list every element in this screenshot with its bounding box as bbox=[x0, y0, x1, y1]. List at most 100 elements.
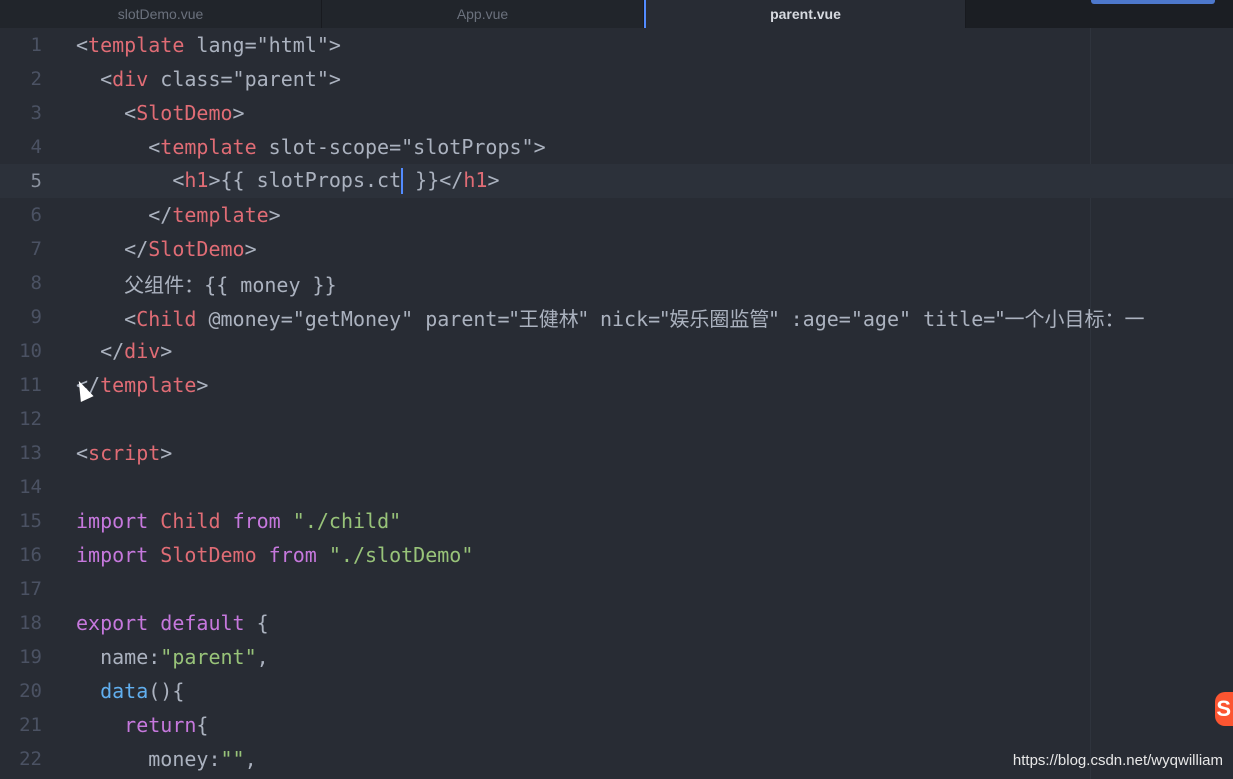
line-number: 21 bbox=[19, 714, 42, 736]
code-text: </template> bbox=[76, 203, 280, 227]
code-line[interactable]: 11 </template> bbox=[0, 368, 1233, 402]
tab-bar-empty-area bbox=[966, 0, 1233, 28]
tab-app-vue[interactable]: App.vue bbox=[322, 0, 644, 28]
code-text: <div class="parent"> bbox=[76, 67, 341, 91]
code-token: default bbox=[160, 611, 245, 635]
code-line[interactable]: 1 <template lang="html"> bbox=[0, 28, 1233, 62]
code-token: "age" bbox=[850, 306, 912, 331]
line-number: 17 bbox=[19, 578, 42, 600]
code-line[interactable]: 5 <h1>{{ slotProps.ct }}</h1> bbox=[0, 164, 1233, 198]
line-number: 15 bbox=[19, 510, 42, 532]
csdn-logo-icon[interactable]: S bbox=[1215, 692, 1233, 726]
code-token: from bbox=[232, 509, 281, 533]
code-token: nick= bbox=[587, 306, 661, 331]
code-token: < bbox=[76, 33, 89, 57]
code-line[interactable]: 10 </div> bbox=[0, 334, 1233, 368]
code-line[interactable]: 3 <SlotDemo> bbox=[0, 96, 1233, 130]
code-token: "parent" bbox=[160, 645, 257, 669]
code-line[interactable]: 15 import Child from "./child" bbox=[0, 504, 1233, 538]
code-line[interactable]: 17 bbox=[0, 572, 1233, 606]
line-number: 22 bbox=[19, 748, 42, 770]
code-token: > bbox=[196, 373, 209, 397]
code-token: @money= bbox=[196, 306, 293, 331]
code-editor[interactable]: 1 <template lang="html"> 2 <div class="par… bbox=[0, 28, 1233, 779]
code-line[interactable]: 18 export default { bbox=[0, 606, 1233, 640]
code-token: > bbox=[328, 67, 341, 91]
code-token: script bbox=[88, 441, 161, 465]
line-number: 4 bbox=[30, 136, 42, 158]
code-token: > bbox=[244, 237, 257, 261]
code-text: <h1>{{ slotProps.ct }}</h1> bbox=[76, 168, 499, 195]
line-number: 18 bbox=[19, 612, 42, 634]
code-token: title= bbox=[911, 306, 996, 331]
code-text: </template> bbox=[76, 373, 208, 397]
code-text: <script> bbox=[76, 441, 172, 465]
code-line[interactable]: 12 bbox=[0, 402, 1233, 436]
line-number: 1 bbox=[30, 34, 42, 56]
tab-bar: slotDemo.vue App.vue parent.vue bbox=[0, 0, 1233, 28]
code-token: lang= bbox=[184, 33, 257, 57]
code-token: div bbox=[124, 339, 161, 363]
code-token: "王健林" bbox=[509, 306, 588, 331]
code-token: </ bbox=[76, 203, 173, 227]
code-token: SlotDemo bbox=[160, 543, 257, 567]
line-number: 11 bbox=[19, 374, 42, 396]
code-token: > bbox=[533, 135, 546, 159]
code-token: div bbox=[112, 67, 149, 91]
code-token: { bbox=[244, 611, 269, 635]
code-token: class= bbox=[148, 67, 233, 91]
code-text: <template slot-scope="slotProps"> bbox=[76, 135, 546, 159]
tab-slotdemo-vue[interactable]: slotDemo.vue bbox=[0, 0, 322, 28]
code-token: "./child" bbox=[292, 509, 402, 533]
tab-parent-vue[interactable]: parent.vue bbox=[644, 0, 966, 28]
line-number: 7 bbox=[30, 238, 42, 260]
code-token: return bbox=[124, 713, 197, 737]
code-line[interactable]: 2 <div class="parent"> bbox=[0, 62, 1233, 96]
code-token: < bbox=[76, 167, 185, 192]
code-token: }}</ bbox=[403, 167, 464, 192]
code-line[interactable]: 7 </SlotDemo> bbox=[0, 232, 1233, 266]
code-token: < bbox=[76, 306, 137, 331]
code-line[interactable]: 20 data(){ bbox=[0, 674, 1233, 708]
code-token: > bbox=[160, 441, 173, 465]
code-token: h1 bbox=[463, 167, 488, 192]
code-line[interactable]: 9 <Child @money="getMoney" parent="王健林" … bbox=[0, 300, 1233, 334]
code-token: > bbox=[487, 167, 500, 192]
code-token: Child bbox=[136, 306, 197, 331]
line-number: 8 bbox=[30, 272, 42, 294]
code-text: 父组件：{{ money }} bbox=[76, 269, 336, 298]
code-token: SlotDemo bbox=[148, 237, 245, 261]
code-token: > bbox=[160, 339, 173, 363]
window-control-button[interactable] bbox=[1091, 0, 1215, 4]
line-number: 2 bbox=[30, 68, 42, 90]
code-token: template bbox=[88, 33, 185, 57]
code-line[interactable]: 13 <script> bbox=[0, 436, 1233, 470]
code-token: slot-scope= bbox=[256, 135, 402, 159]
code-line[interactable]: 8 父组件：{{ money }} bbox=[0, 266, 1233, 300]
line-number: 6 bbox=[30, 204, 42, 226]
code-text: data(){ bbox=[76, 679, 184, 703]
code-line[interactable]: 19 name:"parent", bbox=[0, 640, 1233, 674]
code-text: import Child from "./child" bbox=[76, 509, 401, 533]
line-number: 12 bbox=[19, 408, 42, 430]
line-number: 14 bbox=[19, 476, 42, 498]
line-number: 20 bbox=[19, 680, 42, 702]
code-token: , bbox=[244, 747, 257, 771]
code-text: name:"parent", bbox=[76, 645, 269, 669]
code-token: (){ bbox=[148, 679, 185, 703]
code-text: import SlotDemo from "./slotDemo" bbox=[76, 543, 473, 567]
code-line[interactable]: 16 import SlotDemo from "./slotDemo" bbox=[0, 538, 1233, 572]
code-line[interactable]: 6 </template> bbox=[0, 198, 1233, 232]
code-line[interactable]: 14 bbox=[0, 470, 1233, 504]
code-token: { bbox=[196, 713, 209, 737]
code-line[interactable]: 4 <template slot-scope="slotProps"> bbox=[0, 130, 1233, 164]
code-token: < bbox=[76, 67, 113, 91]
code-token: , bbox=[256, 645, 269, 669]
code-line[interactable]: 21 return{ bbox=[0, 708, 1233, 742]
code-text: <Child @money="getMoney" parent="王健林" ni… bbox=[76, 303, 1144, 332]
